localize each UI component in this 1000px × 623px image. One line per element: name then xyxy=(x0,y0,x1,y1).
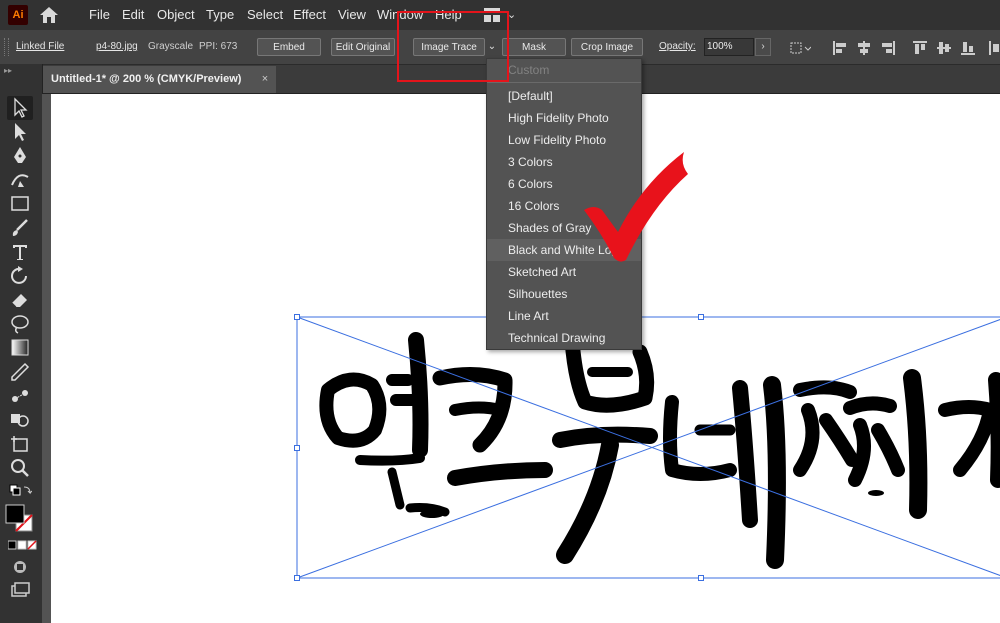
selection-handle[interactable] xyxy=(698,314,704,320)
preset-line-art[interactable]: Line Art xyxy=(487,305,641,327)
preset-sketched-art[interactable]: Sketched Art xyxy=(487,261,641,283)
annotation-highlight-box xyxy=(397,11,509,82)
selection-handle[interactable] xyxy=(294,314,300,320)
preset-default[interactable]: [Default] xyxy=(487,85,641,107)
selection-handle[interactable] xyxy=(294,575,300,581)
menu-divider xyxy=(487,82,641,83)
preset-high-fidelity-photo[interactable]: High Fidelity Photo xyxy=(487,107,641,129)
preset-technical-drawing[interactable]: Technical Drawing xyxy=(487,327,641,349)
selection-handle[interactable] xyxy=(698,575,704,581)
preset-custom: Custom xyxy=(508,63,550,77)
checkmark-icon xyxy=(584,152,688,262)
selection-handle[interactable] xyxy=(294,445,300,451)
preset-silhouettes[interactable]: Silhouettes xyxy=(487,283,641,305)
